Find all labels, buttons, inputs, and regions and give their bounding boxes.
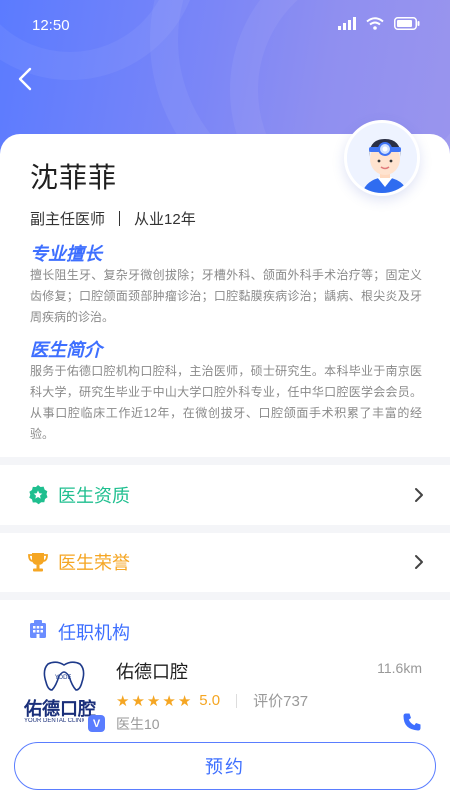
rating-divider xyxy=(236,693,238,708)
phone-icon[interactable] xyxy=(402,712,422,732)
chevron-right-icon xyxy=(415,555,423,569)
star-icon: ★ xyxy=(162,692,176,710)
review-count: 评价737 xyxy=(253,693,309,710)
honors-label: 医生荣誉 xyxy=(58,553,130,573)
wifi-icon xyxy=(366,17,384,30)
battery-icon xyxy=(394,17,420,30)
institution-distance: 11.6km xyxy=(377,660,422,676)
institution-rating: ★ ★ ★ ★ ★ 5.0 评价737 xyxy=(116,690,308,711)
section-divider xyxy=(0,592,450,600)
certificate-badge-icon xyxy=(29,485,48,505)
star-icon: ★ xyxy=(116,692,130,710)
doctor-avatar xyxy=(344,120,420,196)
trophy-icon xyxy=(28,553,48,572)
back-button[interactable] xyxy=(10,62,40,96)
doctor-count: 医生10 xyxy=(116,716,160,732)
building-icon xyxy=(30,620,46,638)
bio-text: 服务于佑德口腔机构口腔科，主治医师，硕士研究生。本科毕业于南京医科大学，研究生毕… xyxy=(30,364,422,441)
status-icons xyxy=(338,17,420,30)
back-arrow-icon xyxy=(18,67,32,91)
qualification-label: 医生资质 xyxy=(58,486,130,506)
doctor-meta: 副主任医师 从业12年 xyxy=(30,208,196,229)
star-icon: ★ xyxy=(146,692,161,710)
doctor-title: 副主任医师 xyxy=(30,211,106,228)
star-icon: ★ xyxy=(131,692,145,710)
specialty-heading-text: 专业擅长 xyxy=(30,244,102,264)
signal-icon xyxy=(338,17,356,30)
meta-divider xyxy=(119,211,121,226)
book-appointment-button[interactable]: 预约 xyxy=(14,742,436,790)
doctor-experience: 从业12年 xyxy=(134,211,196,228)
qualification-row[interactable]: 医生资质 xyxy=(0,463,450,527)
institution-logo-subtext: YOUR DENTAL CLINIC xyxy=(24,718,84,724)
verified-badge-icon: V xyxy=(88,715,105,732)
doctor-name: 沈菲菲 xyxy=(30,162,118,193)
star-icon: ★ xyxy=(177,692,192,710)
bio-heading: 医生简介 xyxy=(30,336,106,362)
svg-text:YODE: YODE xyxy=(54,674,72,681)
bio-heading-text: 医生简介 xyxy=(30,340,102,360)
institution-logo[interactable]: YODE 佑德口腔 YOUR DENTAL CLINIC V xyxy=(22,660,106,732)
status-bar: 12:50 xyxy=(0,0,450,52)
specialty-text: 擅长阻生牙、复杂牙微创拔除；牙槽外科、颌面外科手术治疗等；固定义齿修复；口腔颌面… xyxy=(30,268,422,324)
bottom-bar: 预约 xyxy=(0,735,450,800)
institution-heading: 任职机构 xyxy=(58,623,130,643)
specialty-heading: 专业擅长 xyxy=(30,240,106,266)
rating-score: 5.0 xyxy=(199,692,221,709)
institution-name[interactable]: 佑德口腔 xyxy=(116,658,188,684)
chevron-right-icon xyxy=(415,488,423,502)
status-time: 12:50 xyxy=(32,17,70,34)
honors-row[interactable]: 医生荣誉 xyxy=(0,530,450,594)
